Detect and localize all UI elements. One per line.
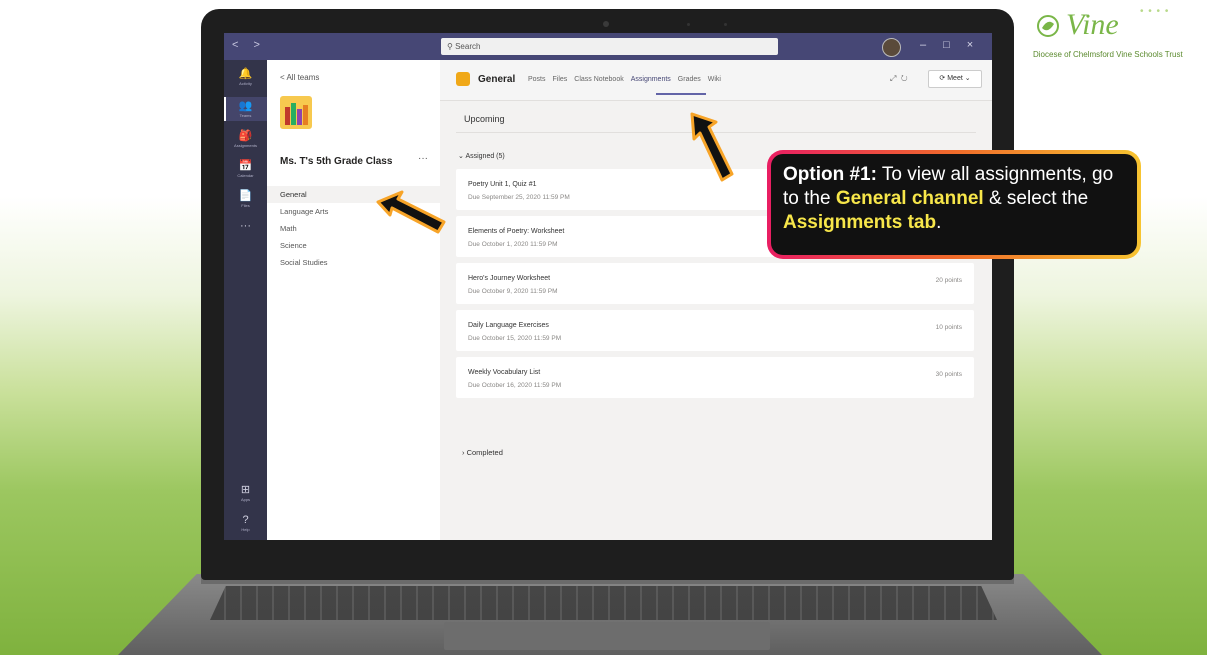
tab-files[interactable]: Files [553, 76, 568, 83]
avatar[interactable] [882, 38, 901, 57]
assigned-label: Assigned (5) [465, 153, 505, 160]
tab-wiki[interactable]: Wiki [708, 76, 721, 83]
tab-grades[interactable]: Grades [678, 76, 701, 83]
rail-label: Calendar [237, 173, 254, 178]
teams-window: < > ⚲ Search – □ × 🔔 Activity 👥 Teams 🎒 Assig… [224, 33, 992, 540]
rail-item-assignments[interactable]: 🎒 Assignments [224, 130, 267, 148]
assignment-title: Daily Language Exercises [468, 322, 549, 329]
channel-icon [456, 72, 470, 86]
header-actions: ⤢ ↻ [890, 74, 908, 84]
rail-label: Assignments [234, 143, 257, 148]
channel-science[interactable]: Science [267, 237, 440, 254]
webcam [603, 21, 609, 27]
rail-item-more[interactable]: ··· [224, 220, 267, 232]
tab-bar: Posts Files Class Notebook Assignments Grade… [528, 76, 728, 83]
assignment-due: Due October 1, 2020 11:59 PM [468, 241, 558, 248]
expand-icon[interactable]: ⤢ [890, 74, 896, 83]
assignment-due: Due October 15, 2020 11:59 PM [468, 335, 562, 342]
history-nav[interactable]: < > [232, 39, 266, 51]
arrow-to-assignments-tab [690, 112, 734, 182]
logo-subtitle: Diocese of Chelmsford Vine Schools Trust [1033, 50, 1183, 59]
bell-icon: 🔔 [238, 68, 253, 80]
team-name: Ms. T's 5th Grade Class [280, 156, 393, 167]
search-input[interactable]: ⚲ Search [441, 38, 778, 55]
assignment-title: Elements of Poetry: Worksheet [468, 228, 565, 235]
callout-lead: Option #1: [783, 164, 877, 185]
logo-wordmark: Vine [1066, 8, 1119, 41]
channel-header: General Posts Files Class Notebook Assignme… [440, 60, 992, 101]
completed-label: Completed [466, 448, 503, 457]
tab-class-notebook[interactable]: Class Notebook [574, 76, 623, 83]
assignment-points: 20 points [935, 277, 962, 284]
arrow-to-general-channel [376, 190, 446, 234]
assignment-points: 30 points [935, 371, 962, 378]
rail-item-help[interactable]: ? Help [224, 514, 267, 532]
assignment-due: Due September 25, 2020 11:59 PM [468, 194, 570, 201]
completed-toggle[interactable]: › Completed [462, 448, 503, 457]
assignments-icon: 🎒 [238, 130, 253, 142]
team-image [280, 96, 312, 129]
channel-list: < All teams Ms. T's 5th Grade Class ··· … [267, 60, 441, 540]
assignment-title: Weekly Vocabulary List [468, 369, 541, 376]
rail-label: Teams [239, 113, 252, 118]
search-placeholder: Search [455, 42, 481, 51]
window-controls: – □ × [920, 39, 990, 51]
callout-text: Option #1: To view all assignments, go t… [771, 154, 1137, 255]
rail-item-teams[interactable]: 👥 Teams [224, 97, 267, 121]
title-bar: < > ⚲ Search – □ × [224, 33, 992, 60]
callout-highlight-tab: Assignments tab [783, 212, 937, 233]
rail-item-activity[interactable]: 🔔 Activity [224, 68, 267, 86]
rail-label: Apps [240, 497, 251, 502]
meet-button[interactable]: ⟳ Meet ⌄ [928, 70, 982, 88]
channel-title: General [478, 74, 516, 85]
assignment-title: Hero's Journey Worksheet [468, 275, 551, 282]
assignment-card[interactable]: Hero's Journey Worksheet Due October 9, … [456, 263, 974, 304]
rail-label: Activity [239, 81, 252, 86]
vine-leaf-icon [1037, 15, 1059, 37]
rail-item-files[interactable]: 📄 Files [224, 190, 267, 208]
more-icon: ··· [240, 220, 251, 232]
sensor [687, 23, 690, 26]
team-more-button[interactable]: ··· [418, 153, 428, 164]
logo-decoration: • • • • [1140, 6, 1170, 17]
rail-item-apps[interactable]: ⊞ Apps [224, 484, 267, 502]
callout-text-part: . [936, 212, 942, 233]
rail-label: Files [241, 203, 250, 208]
calendar-icon: 📅 [238, 160, 253, 172]
all-teams-link[interactable]: < All teams [280, 73, 319, 82]
channel-social-studies[interactable]: Social Studies [267, 254, 440, 271]
refresh-icon[interactable]: ↻ [901, 74, 908, 83]
assignment-points: 10 points [935, 324, 962, 331]
assignment-card[interactable]: Weekly Vocabulary List Due October 16, 2… [456, 357, 974, 398]
instruction-callout: Option #1: To view all assignments, go t… [767, 150, 1141, 259]
sensor [724, 23, 727, 26]
callout-highlight-channel: General channel [835, 188, 984, 209]
active-tab-indicator [656, 93, 706, 95]
app-rail: 🔔 Activity 👥 Teams 🎒 Assignments 📅 Calendar … [224, 60, 267, 540]
tab-assignments[interactable]: Assignments [631, 76, 671, 83]
assignment-card[interactable]: Daily Language Exercises Due October 15,… [456, 310, 974, 351]
rail-item-calendar[interactable]: 📅 Calendar [224, 160, 267, 178]
tab-posts[interactable]: Posts [528, 76, 546, 83]
rail-label: Help [241, 527, 250, 532]
close-button[interactable]: × [967, 39, 973, 51]
assignment-title: Poetry Unit 1, Quiz #1 [468, 181, 537, 188]
search-icon: ⚲ [447, 42, 456, 51]
laptop-keyboard [210, 586, 997, 620]
laptop-trackpad [444, 622, 770, 650]
callout-text-part: & select the [983, 188, 1089, 209]
vine-logo: Vine • • • • Diocese of Chelmsford Vine … [1030, 6, 1200, 66]
assignment-due: Due October 16, 2020 11:59 PM [468, 382, 562, 389]
teams-icon: 👥 [238, 100, 253, 112]
assignment-due: Due October 9, 2020 11:59 PM [468, 288, 558, 295]
assigned-toggle[interactable]: ⌄ Assigned (5) [458, 152, 505, 160]
files-icon: 📄 [238, 190, 253, 202]
maximize-button[interactable]: □ [943, 39, 950, 51]
minimize-button[interactable]: – [920, 39, 926, 51]
help-icon: ? [242, 514, 249, 526]
apps-icon: ⊞ [240, 484, 251, 496]
upcoming-heading: Upcoming [464, 114, 505, 124]
